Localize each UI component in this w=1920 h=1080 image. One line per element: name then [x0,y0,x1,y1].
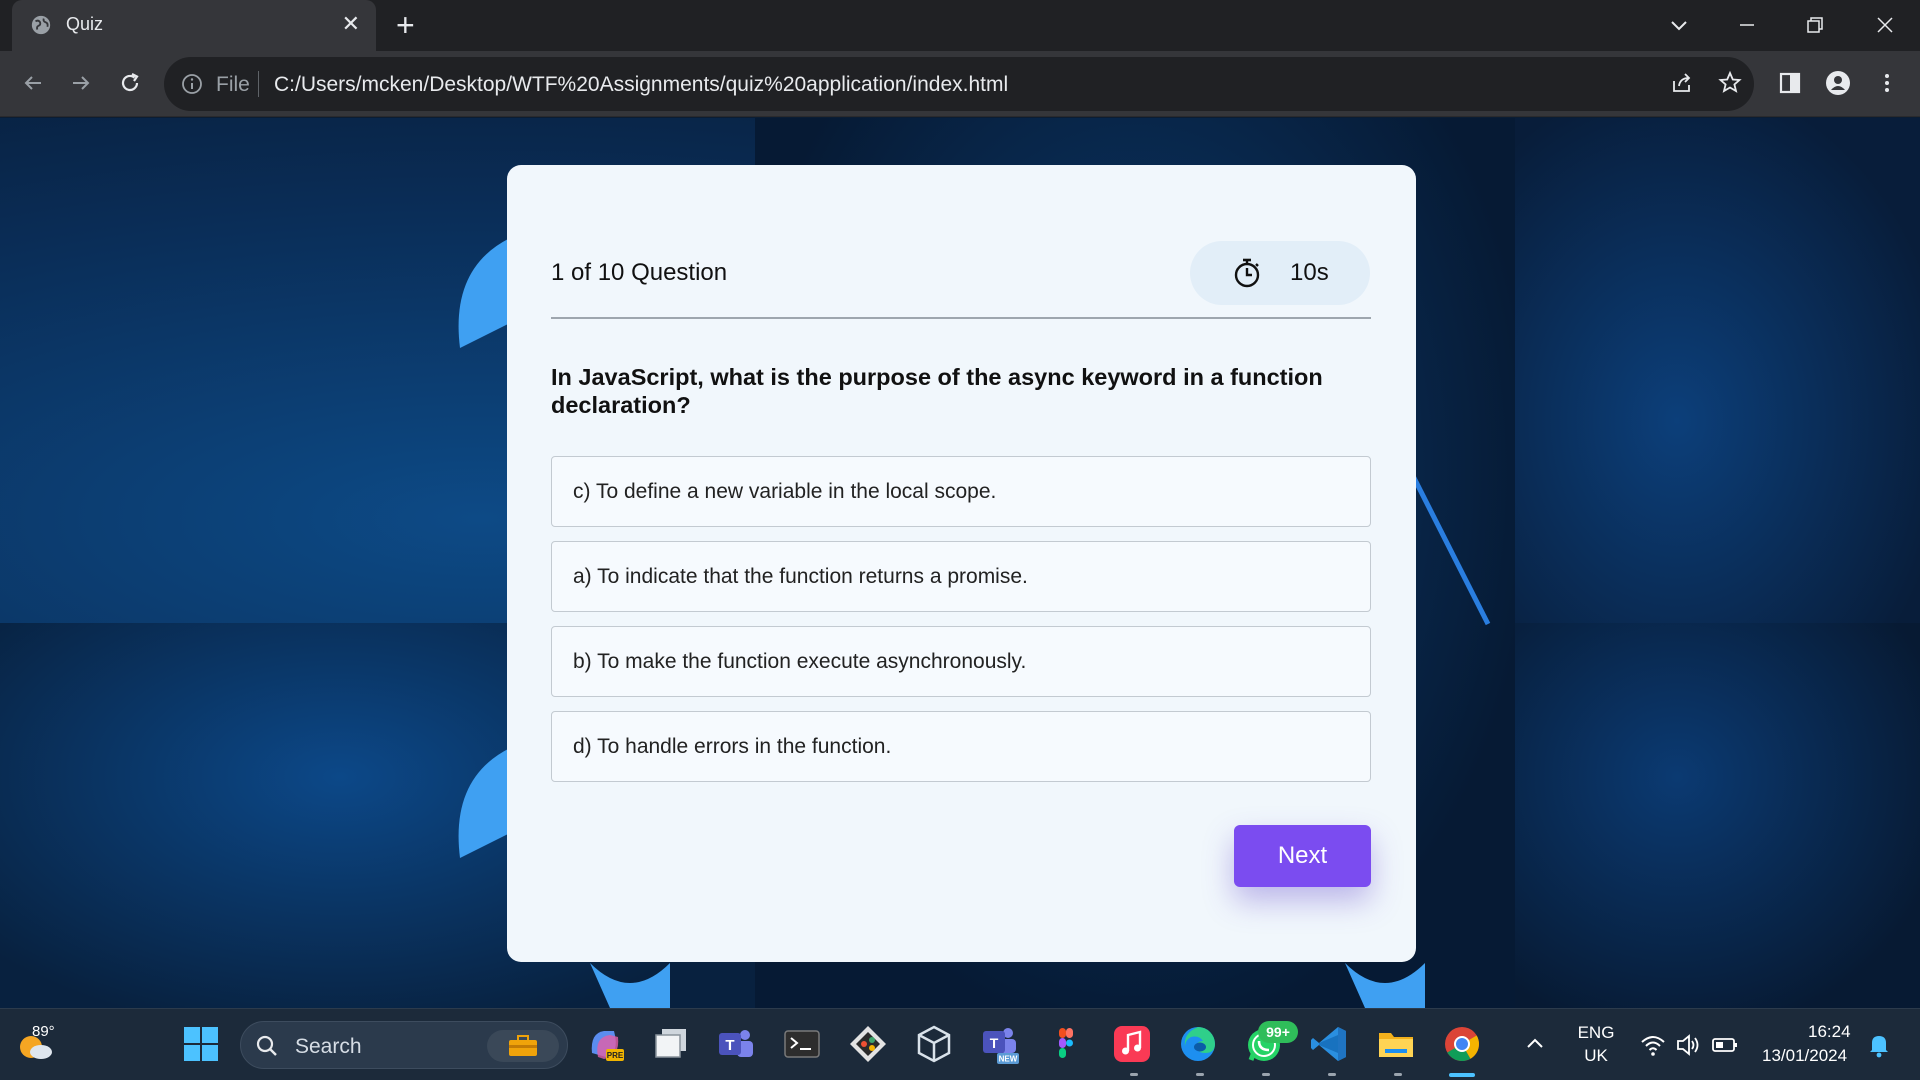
reload-icon[interactable] [115,68,145,98]
share-icon[interactable] [1667,68,1697,98]
search-placeholder: Search [295,1035,362,1058]
question-text: In JavaScript, what is the purpose of th… [551,364,1323,418]
task-view-icon[interactable] [650,1023,692,1065]
taskbar-search-box[interactable]: Search [240,1021,568,1069]
minimize-icon[interactable] [1732,10,1762,40]
terminal-icon[interactable] [781,1023,823,1065]
quiz-card: 1 of 10 Question 10s In JavaScript, what… [507,165,1416,962]
teams-new-icon[interactable]: T NEW [979,1023,1021,1065]
show-hidden-icons-chevron-icon[interactable] [1520,1029,1550,1059]
active-app-indicator [1449,1073,1475,1077]
input-language[interactable]: ENG [1576,1023,1616,1043]
background-panel-right-top [1515,118,1920,623]
bookmark-star-icon[interactable] [1715,68,1745,98]
back-arrow-icon[interactable] [18,68,48,98]
teams-classic-icon[interactable]: T [715,1023,757,1065]
close-window-icon[interactable] [1870,10,1900,40]
battery-icon[interactable] [1710,1030,1740,1060]
notification-bell-icon[interactable] [1864,1029,1894,1059]
option-label: d) To handle errors in the function. [573,735,892,758]
edge-browser-icon[interactable] [1177,1023,1219,1065]
profile-avatar-icon[interactable] [1823,68,1853,98]
running-indicator [1130,1073,1138,1076]
url-text[interactable]: C:/Users/mcken/Desktop/WTF%20Assignments… [274,73,1008,97]
timer-value: 10s [1290,259,1329,286]
answer-option-c[interactable]: c) To define a new variable in the local… [551,456,1371,527]
input-region[interactable]: UK [1576,1046,1616,1066]
file-explorer-icon[interactable] [1375,1023,1417,1065]
clock-time[interactable]: 16:24 [1808,1022,1851,1042]
side-panel-icon[interactable] [1775,68,1805,98]
svg-text:T: T [725,1037,734,1054]
chrome-icon[interactable] [1441,1023,1483,1065]
new-tab-button[interactable]: + [396,8,415,42]
timer-pill: 10s [1190,241,1370,305]
next-button[interactable]: Next [1234,825,1371,887]
running-indicator [1262,1073,1270,1076]
stopwatch-icon [1234,258,1260,288]
browser-tab-quiz[interactable]: Quiz ✕ [12,0,376,51]
clock-date[interactable]: 13/01/2024 [1762,1046,1847,1066]
git-tool-icon[interactable] [847,1023,889,1065]
weather-temperature: 89° [32,1023,55,1040]
forward-arrow-icon[interactable] [66,68,96,98]
volume-icon[interactable] [1674,1030,1704,1060]
search-icon [256,1035,277,1056]
tab-title: Quiz [66,14,104,34]
tab-search-chevron-icon[interactable] [1664,10,1694,40]
running-indicator [1196,1073,1204,1076]
option-label: b) To make the function execute asynchro… [573,650,1027,673]
virtualbox-icon[interactable] [913,1023,955,1065]
running-indicator [1394,1073,1402,1076]
globe-icon [31,15,51,35]
answer-option-a[interactable]: a) To indicate that the function returns… [551,541,1371,612]
svg-text:NEW: NEW [999,1055,1018,1064]
kebab-menu-icon[interactable] [1872,68,1902,98]
option-label: a) To indicate that the function returns… [573,565,1028,588]
apple-music-icon[interactable] [1111,1023,1153,1065]
background-panel-right-bottom [1515,623,1920,1008]
windows-taskbar: 89° Search PRE T T NEW 99+ ENG UK 16:24 … [0,1008,1920,1080]
address-separator [258,71,259,97]
site-info-icon[interactable] [180,72,204,96]
restore-icon[interactable] [1800,10,1830,40]
figma-icon[interactable] [1045,1023,1087,1065]
wifi-icon[interactable] [1638,1030,1668,1060]
whatsapp-notification-badge: 99+ [1258,1021,1298,1043]
header-divider [551,317,1371,319]
svg-text:T: T [990,1035,999,1051]
folder-briefcase-icon [509,1035,537,1056]
option-label: c) To define a new variable in the local… [573,480,997,503]
address-bar[interactable]: File C:/Users/mcken/Desktop/WTF%20Assign… [164,57,1754,111]
answer-option-d[interactable]: d) To handle errors in the function. [551,711,1371,782]
copilot-icon[interactable]: PRE [584,1023,626,1065]
search-highlight-badge [487,1030,559,1062]
vscode-icon[interactable] [1309,1023,1351,1065]
close-tab-icon[interactable]: ✕ [342,12,360,36]
question-progress: 1 of 10 Question [551,259,728,286]
windows-start-icon[interactable] [180,1023,222,1065]
browser-toolbar: File C:/Users/mcken/Desktop/WTF%20Assign… [0,51,1920,117]
answer-option-b[interactable]: b) To make the function execute asynchro… [551,626,1371,697]
url-scheme-label: File [216,73,250,96]
svg-text:PRE: PRE [607,1051,624,1060]
browser-tab-bar: Quiz ✕ + [0,0,1920,51]
running-indicator [1328,1073,1336,1076]
